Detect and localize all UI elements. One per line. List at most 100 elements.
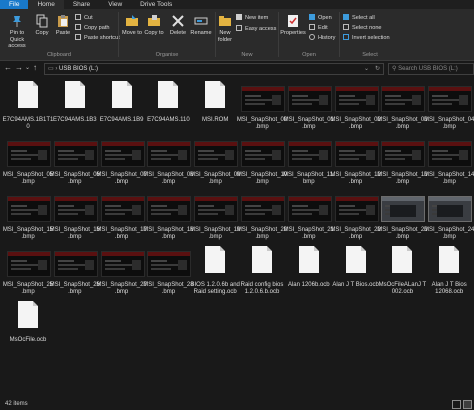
file-item[interactable]: MSI.ROM bbox=[192, 80, 238, 138]
new-folder-icon bbox=[218, 14, 232, 28]
file-item[interactable]: MSI_SnapShot_24.bmp bbox=[424, 190, 474, 248]
cut-button[interactable]: Cut bbox=[75, 14, 93, 22]
file-item[interactable]: MSI_SnapShot_22.bmp bbox=[330, 190, 381, 248]
file-thumbnail bbox=[192, 190, 239, 228]
paste-shortcut-button[interactable]: Paste shortcut bbox=[75, 34, 120, 42]
file-item[interactable]: MSI_SnapShot_02.bmp bbox=[330, 80, 381, 138]
file-item[interactable]: MSI_SnapShot_15.bmp bbox=[3, 190, 53, 248]
file-item[interactable]: MSI_SnapShot_05.bmp bbox=[3, 135, 53, 193]
file-item[interactable]: MSI_SnapShot_09.bmp bbox=[190, 135, 241, 193]
bios-screenshot-thumbnail bbox=[287, 141, 332, 167]
file-thumbnail bbox=[426, 245, 472, 283]
document-icon bbox=[64, 81, 85, 108]
file-thumbnail bbox=[239, 135, 285, 173]
copy-path-button[interactable]: Copy path bbox=[75, 24, 110, 32]
address-field[interactable]: ▭ › USB BIOS (L:) ⌄ ↻ bbox=[44, 63, 384, 75]
easy-access-button[interactable]: Easy access bbox=[236, 25, 276, 33]
file-item[interactable]: MsOcFileALanJ T 002.ocb bbox=[379, 245, 426, 303]
address-dropdown-icon[interactable]: ⌄ bbox=[364, 64, 369, 74]
file-item[interactable]: E7C94AMS.1B1T10 bbox=[3, 80, 53, 138]
file-thumbnail bbox=[99, 135, 145, 173]
file-name: MSI_SnapShot_09.bmp bbox=[190, 172, 241, 185]
bios-screenshot-thumbnail bbox=[100, 251, 145, 277]
file-item[interactable]: MSI_SnapShot_04.bmp bbox=[424, 80, 474, 138]
address-bar-row: ← → ⌄ ↑ ▭ › USB BIOS (L:) ⌄ ↻ ⚲ Search U… bbox=[0, 61, 474, 75]
back-arrow-icon[interactable]: ← bbox=[4, 63, 12, 73]
refresh-icon[interactable]: ↻ bbox=[375, 64, 380, 74]
new-folder-button[interactable]: New folder bbox=[216, 14, 234, 43]
select-none-button[interactable]: Select none bbox=[343, 24, 382, 32]
file-item[interactable]: MSI_SnapShot_10.bmp bbox=[237, 135, 287, 193]
file-item[interactable]: MSI_SnapShot_08.bmp bbox=[143, 135, 194, 193]
pin-quick-access-button[interactable]: Pin to Quick access bbox=[2, 14, 32, 50]
organise-group-label: Organise bbox=[155, 52, 179, 58]
tab-drive-tools[interactable]: Drive Tools bbox=[131, 0, 181, 9]
file-item[interactable]: MSI_SnapShot_18.bmp bbox=[143, 190, 194, 248]
file-item[interactable]: E7C94AMS.1B3 bbox=[52, 80, 98, 138]
file-item[interactable]: MSI_SnapShot_14.bmp bbox=[424, 135, 474, 193]
bios-screenshot-thumbnail bbox=[147, 251, 192, 277]
file-item[interactable]: BIOS 1.2.0.6b and Raid setting.ocb bbox=[191, 245, 240, 303]
copy-to-button[interactable]: Copy to bbox=[143, 14, 165, 37]
move-to-button[interactable]: Move to bbox=[121, 14, 143, 37]
file-item[interactable]: MSI_SnapShot_25.bmp bbox=[3, 245, 53, 303]
file-item[interactable]: MSI_SnapShot_21.bmp bbox=[284, 190, 334, 248]
details-view-icon[interactable] bbox=[452, 400, 461, 409]
tab-view[interactable]: View bbox=[99, 0, 131, 9]
cut-label: Cut bbox=[84, 15, 93, 21]
bios-screenshot-thumbnail bbox=[7, 141, 51, 167]
copy-button[interactable]: Copy bbox=[32, 14, 52, 37]
delete-button[interactable]: Delete bbox=[167, 14, 189, 37]
file-item[interactable]: MSI_SnapShot_26.bmp bbox=[50, 245, 100, 303]
recent-locations-chevron-icon[interactable]: ⌄ bbox=[25, 63, 30, 73]
rename-icon bbox=[194, 14, 208, 28]
file-thumbnail bbox=[192, 135, 239, 173]
paste-button[interactable]: Paste bbox=[52, 14, 74, 37]
file-item[interactable]: MSI_SnapShot_13.bmp bbox=[377, 135, 428, 193]
tab-file[interactable]: File bbox=[0, 0, 29, 9]
properties-button[interactable]: Properties bbox=[279, 14, 307, 37]
file-item[interactable]: MSI_SnapShot_01.bmp bbox=[284, 80, 334, 138]
tab-share[interactable]: Share bbox=[64, 0, 99, 9]
properties-icon bbox=[286, 14, 300, 28]
file-item[interactable]: MSI_SnapShot_23.bmp bbox=[377, 190, 428, 248]
up-arrow-icon[interactable]: ↑ bbox=[33, 63, 37, 73]
new-item-button[interactable]: New item bbox=[236, 14, 268, 22]
bios-screenshot-thumbnail bbox=[428, 196, 473, 222]
file-item[interactable]: MSI_SnapShot_19.bmp bbox=[190, 190, 240, 248]
file-item[interactable]: MSI_SnapShot_12.bmp bbox=[330, 135, 381, 193]
file-item[interactable]: MSI_SnapShot_00.bmp bbox=[236, 80, 288, 138]
file-item[interactable]: Alan J T Bios.ocb bbox=[332, 245, 379, 303]
select-all-button[interactable]: Select all bbox=[343, 14, 375, 22]
large-icons-view-icon[interactable] bbox=[463, 400, 472, 409]
file-item[interactable]: MsOcFile.ocb bbox=[5, 300, 51, 358]
file-item[interactable]: MSI_SnapShot_03.bmp bbox=[377, 80, 428, 138]
file-item[interactable]: MSI_SnapShot_28.bmp bbox=[143, 245, 194, 303]
tab-home[interactable]: Home bbox=[28, 0, 64, 9]
file-item[interactable]: Raid config bios 1.2.0.6.b.ocb bbox=[239, 245, 285, 303]
file-item[interactable]: Alan J T Bios 12068.ocb bbox=[426, 245, 472, 303]
search-box[interactable]: ⚲ Search USB BIOS (L:) bbox=[388, 63, 474, 75]
file-item[interactable]: MSI_SnapShot_20.bmp bbox=[237, 190, 287, 248]
file-item[interactable]: MSI_SnapShot_06.bmp bbox=[50, 135, 100, 193]
history-button[interactable]: History bbox=[309, 34, 335, 42]
file-name: MSI_SnapShot_24.bmp bbox=[424, 227, 474, 240]
file-item[interactable]: MSI_SnapShot_16.bmp bbox=[50, 190, 100, 248]
forward-arrow-icon[interactable]: → bbox=[15, 63, 23, 73]
scissors-icon bbox=[75, 14, 81, 20]
file-name: MSI_SnapShot_00.bmp bbox=[236, 117, 288, 130]
file-item[interactable]: MSI_SnapShot_11.bmp bbox=[283, 135, 335, 193]
file-item[interactable]: E7C94AMS.1B9 bbox=[99, 80, 145, 138]
file-item[interactable]: E7C94AMS.110 bbox=[145, 80, 191, 138]
bios-screenshot-thumbnail bbox=[53, 251, 98, 277]
open-button[interactable]: Open bbox=[309, 14, 332, 22]
file-item[interactable]: MSI_SnapShot_07.bmp bbox=[96, 135, 147, 193]
file-item[interactable]: MSI_SnapShot_17.bmp bbox=[96, 190, 147, 248]
file-thumbnail bbox=[426, 135, 473, 173]
rename-button[interactable]: Rename bbox=[189, 14, 213, 37]
edit-button[interactable]: Edit bbox=[309, 24, 328, 32]
file-item[interactable]: Alan 1206b.ocb bbox=[286, 245, 332, 303]
file-name: MSI_SnapShot_17.bmp bbox=[96, 227, 147, 240]
invert-selection-button[interactable]: Invert selection bbox=[343, 34, 390, 42]
file-item[interactable]: MSI_SnapShot_27.bmp bbox=[96, 245, 147, 303]
